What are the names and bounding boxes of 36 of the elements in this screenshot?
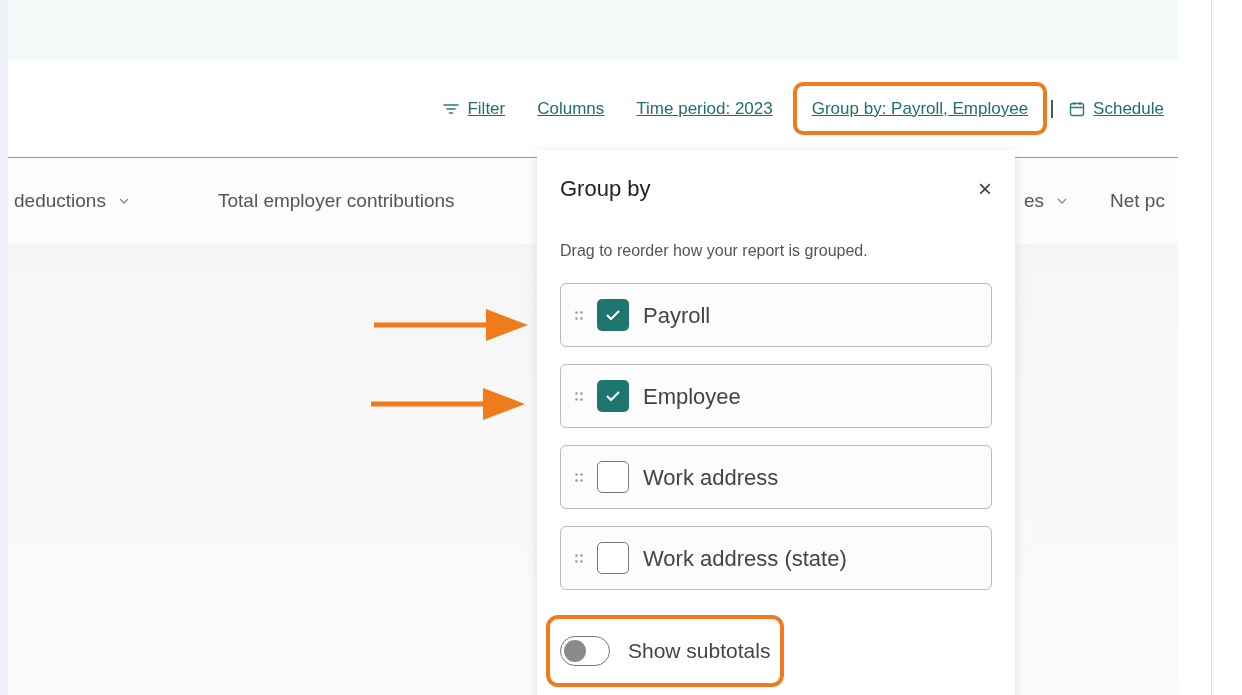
toolbar-link[interactable]: Columns [537, 95, 605, 122]
toggle-label: Show subtotals [628, 638, 771, 664]
option-label: Work address (state) [643, 544, 847, 573]
group-option[interactable]: Employee [560, 364, 992, 428]
column-header[interactable]: Net pc [1110, 186, 1165, 216]
group-option[interactable]: Work address [560, 445, 992, 509]
toolbar-link[interactable]: Schedule [1093, 95, 1164, 122]
drag-handle-icon[interactable] [575, 310, 583, 320]
toolbar-link[interactable]: Filter [467, 95, 506, 122]
option-label: Payroll [643, 301, 711, 330]
drag-handle-icon[interactable] [575, 472, 583, 482]
chevron-down-icon [117, 197, 130, 205]
filter-icon [443, 102, 460, 115]
group-option[interactable]: Payroll [560, 283, 992, 347]
check-icon [605, 309, 621, 321]
toggle-switch[interactable] [560, 635, 610, 666]
column-header[interactable]: es [1024, 186, 1045, 216]
chevron-down-icon [1056, 197, 1069, 205]
toolbar-link[interactable]: Group by: Payroll, Employee [811, 95, 1029, 122]
checkbox[interactable] [597, 380, 629, 412]
toolbar-link[interactable]: Time period: 2023 [636, 95, 773, 122]
checkbox[interactable] [597, 542, 629, 574]
checkbox[interactable] [597, 299, 629, 331]
drag-handle-icon[interactable] [575, 553, 583, 563]
option-label: Work address [643, 463, 779, 492]
column-header[interactable]: Total employer contributions [218, 186, 455, 216]
checkbox[interactable] [597, 461, 629, 493]
check-icon [605, 390, 621, 402]
close-button[interactable]: × [978, 176, 992, 201]
popover-title: Group by [560, 175, 651, 203]
drag-handle-icon[interactable] [575, 391, 583, 401]
option-label: Employee [643, 382, 741, 411]
column-header[interactable]: deductions [14, 186, 106, 216]
popover-description: Drag to reorder how your report is grouped. [560, 241, 869, 261]
group-option[interactable]: Work address (state) [560, 526, 992, 590]
calendar-icon [1069, 100, 1086, 117]
